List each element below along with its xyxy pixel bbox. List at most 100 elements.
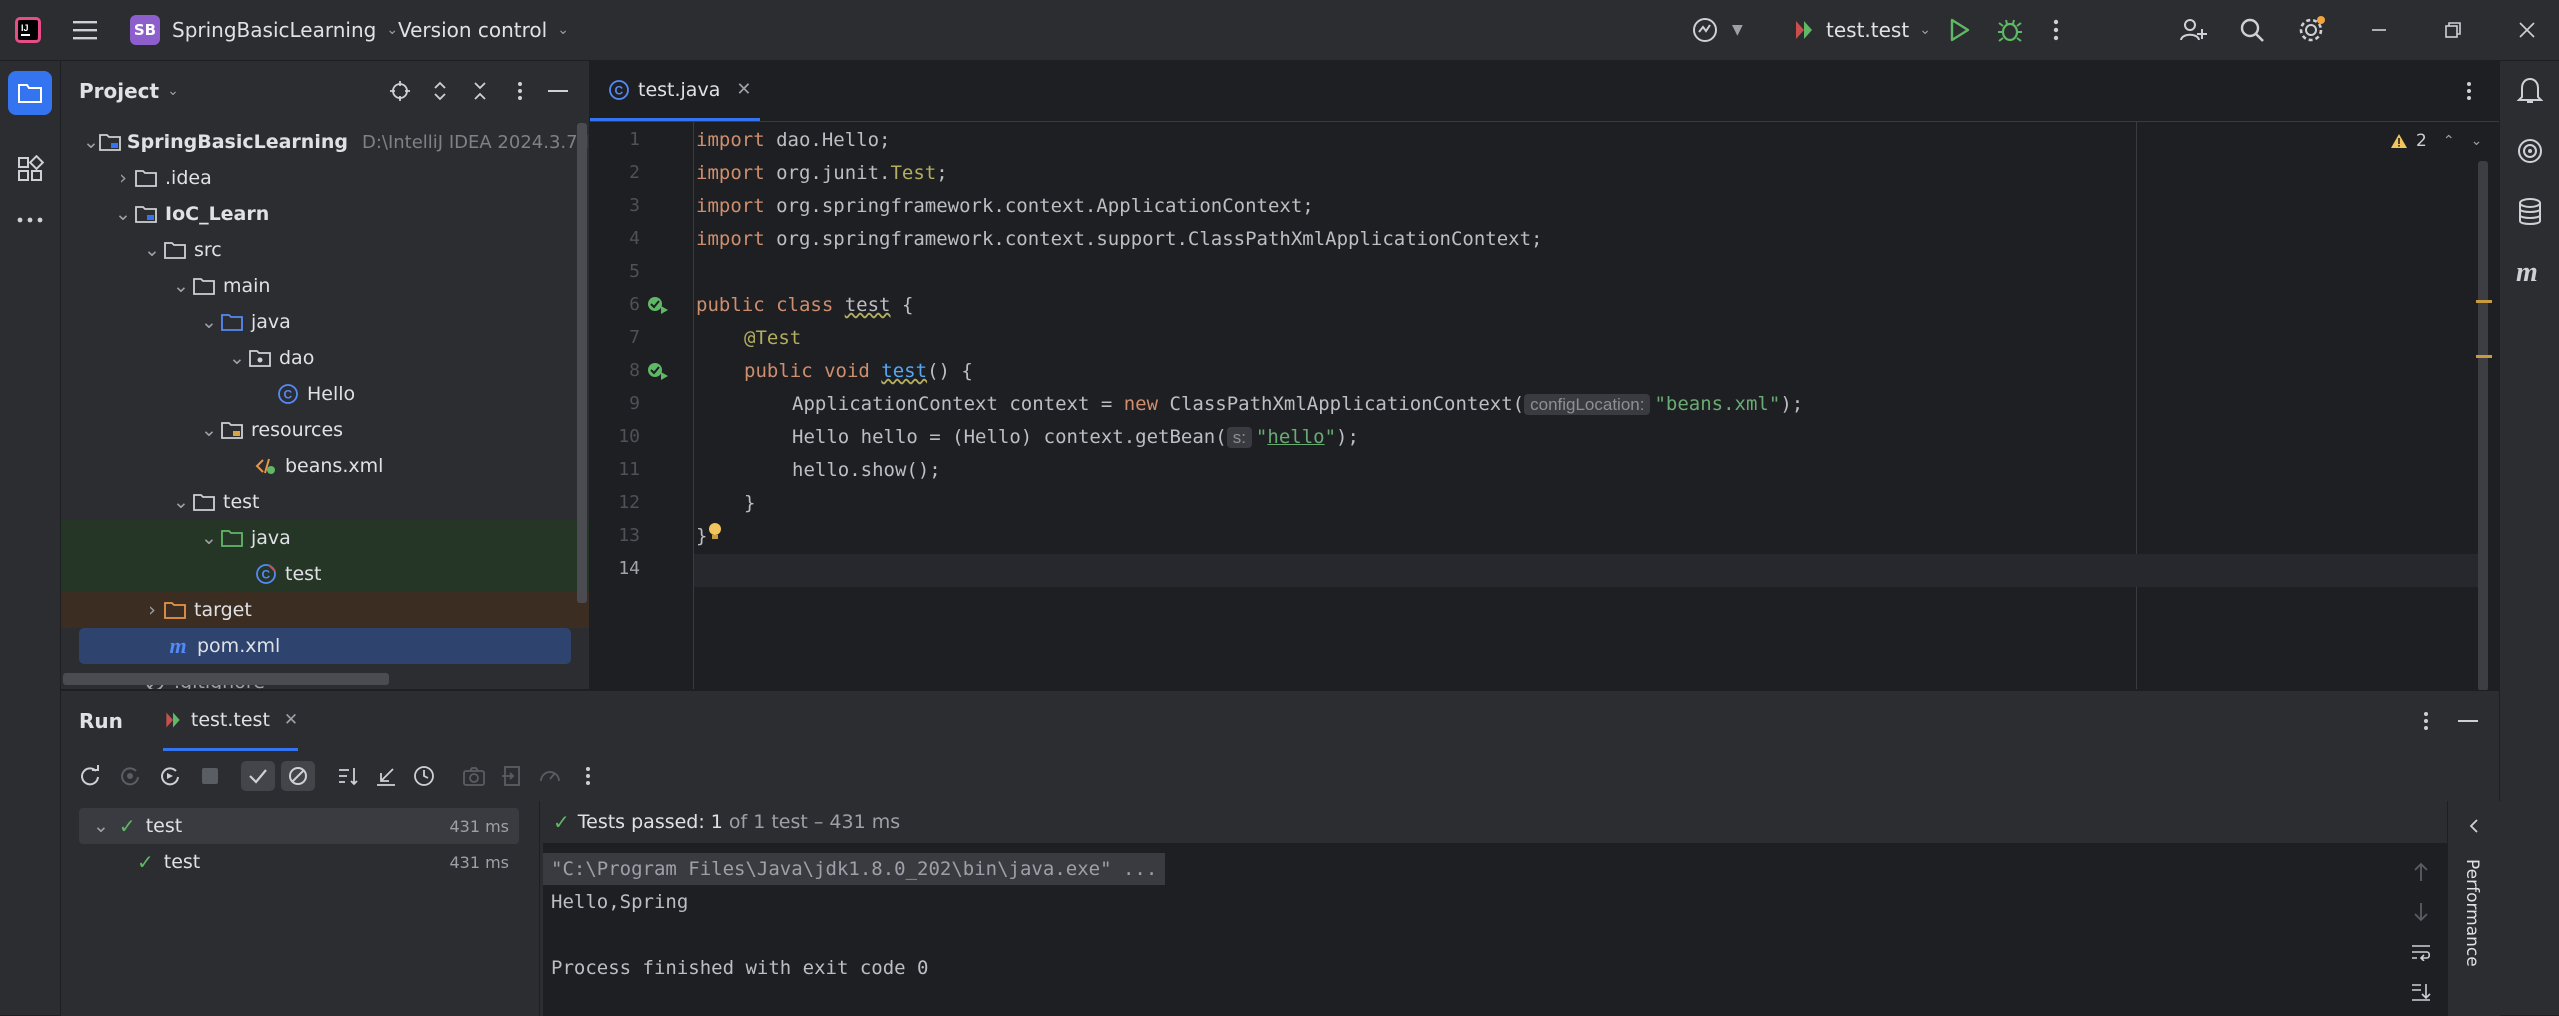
test-tree-row-method[interactable]: ✓ test 431 ms <box>79 844 519 880</box>
database-icon[interactable] <box>2516 197 2544 227</box>
chevron-down-icon[interactable]: ⌄ <box>93 815 109 837</box>
history-icon[interactable] <box>409 761 439 791</box>
chevron-right-icon[interactable]: › <box>142 599 162 621</box>
collapse-all-icon[interactable] <box>465 76 495 106</box>
chevron-down-icon[interactable]: ⌄ <box>83 131 99 153</box>
chevron-down-icon[interactable]: ⌄ <box>167 83 179 99</box>
profiler-icon[interactable]: ▼ <box>1690 0 1743 60</box>
tree-row-java-test[interactable]: ⌄ java <box>61 520 589 556</box>
restore-window-icon[interactable] <box>2444 0 2462 60</box>
intellij-logo-icon[interactable]: IJ <box>14 0 42 60</box>
panel-options-icon[interactable] <box>505 76 535 106</box>
tree-row-root[interactable]: ⌄ SpringBasicLearning D:\IntelliJ IDEA 2… <box>61 124 589 160</box>
console-output[interactable]: "C:\Program Files\Java\jdk1.8.0_202\bin\… <box>543 843 2447 1016</box>
chevron-down-icon[interactable]: ⌄ <box>171 491 191 513</box>
tree-row-src[interactable]: ⌄ src <box>61 232 589 268</box>
warning-marker[interactable] <box>2476 300 2492 303</box>
run-tab[interactable]: test.test ✕ <box>162 691 299 751</box>
structure-tool-icon[interactable] <box>16 155 44 183</box>
tree-row-dao[interactable]: ⌄ dao <box>61 340 589 376</box>
tree-row-target[interactable]: › target <box>61 592 589 628</box>
more-actions-icon[interactable] <box>573 761 603 791</box>
chevron-left-icon[interactable] <box>2459 811 2489 841</box>
scroll-down-icon[interactable] <box>2406 897 2436 927</box>
settings-gear-icon[interactable] <box>2296 0 2326 60</box>
more-tools-icon[interactable] <box>16 215 44 225</box>
run-options-icon[interactable] <box>2411 706 2441 736</box>
close-tab-icon[interactable]: ✕ <box>284 710 298 730</box>
inspection-widget[interactable]: 2 ⌃ ⌄ <box>2390 131 2482 151</box>
run-panel-title[interactable]: Run <box>79 709 123 733</box>
code-line-11[interactable]: hello.show(); <box>792 454 941 487</box>
project-selector[interactable]: SB SpringBasicLearning ⌄ <box>130 0 398 60</box>
tree-row-main[interactable]: ⌄ main <box>61 268 589 304</box>
project-tool-icon[interactable] <box>8 71 52 115</box>
editor-scrollbar[interactable] <box>2478 161 2488 695</box>
code-line-4[interactable]: import org.springframework.context.suppo… <box>696 223 1543 256</box>
editor-scroll-thumb[interactable] <box>2478 161 2488 691</box>
previous-highlight-icon[interactable]: ⌃ <box>2443 133 2455 149</box>
tree-row-test-folder[interactable]: ⌄ test <box>61 484 589 520</box>
code-line-7[interactable]: @Test <box>744 322 801 355</box>
run-config-selector[interactable]: test.test ⌄ <box>1792 0 1931 60</box>
chevron-right-icon[interactable]: › <box>113 167 133 189</box>
code-line-9[interactable]: ApplicationContext context = new ClassPa… <box>792 388 1803 421</box>
tree-row-idea[interactable]: › .idea <box>61 160 589 196</box>
chevron-down-icon[interactable]: ⌄ <box>171 275 191 297</box>
tree-row-java-main[interactable]: ⌄ java <box>61 304 589 340</box>
chevron-down-icon[interactable]: ⌄ <box>199 527 219 549</box>
minimize-window-icon[interactable] <box>2370 0 2388 60</box>
tree-row-resources[interactable]: ⌄ resources <box>61 412 589 448</box>
chevron-down-icon[interactable]: ⌄ <box>227 347 247 369</box>
chevron-down-icon[interactable]: ⌄ <box>142 239 162 261</box>
code-line-12[interactable]: } <box>744 487 755 520</box>
hide-panel-icon[interactable] <box>2453 706 2483 736</box>
expand-all-icon[interactable] <box>425 76 455 106</box>
project-panel-title[interactable]: Project <box>79 79 159 103</box>
code-line-3[interactable]: import org.springframework.context.Appli… <box>696 190 1314 223</box>
ai-assistant-icon[interactable] <box>2516 137 2544 165</box>
soft-wrap-icon[interactable] <box>2406 937 2436 967</box>
scroll-up-icon[interactable] <box>2406 857 2436 887</box>
run-icon[interactable] <box>1946 0 1972 60</box>
tree-row-test-class[interactable]: C test <box>61 556 589 592</box>
run-test-gutter-icon[interactable] <box>646 359 670 381</box>
horizontal-scrollbar[interactable] <box>63 673 389 685</box>
console-command-line[interactable]: "C:\Program Files\Java\jdk1.8.0_202\bin\… <box>543 853 1166 885</box>
code-line-6[interactable]: public class test { <box>696 289 913 322</box>
code-line-10[interactable]: Hello hello = (Hello) context.getBean(s:… <box>792 421 1359 454</box>
search-icon[interactable] <box>2238 0 2266 60</box>
show-ignored-toggle[interactable] <box>281 761 315 791</box>
editor-tab-test-java[interactable]: C test.java ✕ <box>590 61 760 121</box>
splitter[interactable] <box>539 801 540 1016</box>
main-menu-icon[interactable] <box>72 0 98 60</box>
run-test-gutter-icon[interactable] <box>646 293 670 315</box>
code-line-1[interactable]: import dao.Hello; <box>696 124 890 157</box>
show-passed-toggle[interactable] <box>241 761 275 791</box>
maven-icon[interactable]: m <box>2516 257 2538 289</box>
notifications-icon[interactable] <box>2516 75 2544 105</box>
editor-options-icon[interactable] <box>2454 76 2484 106</box>
tree-row-hello[interactable]: C Hello <box>61 376 589 412</box>
close-tab-icon[interactable]: ✕ <box>736 79 751 100</box>
version-control-menu[interactable]: Version control ⌄ <box>398 0 569 60</box>
hide-panel-icon[interactable] <box>543 76 573 106</box>
warning-marker[interactable] <box>2476 355 2492 358</box>
next-highlight-icon[interactable]: ⌄ <box>2471 133 2483 149</box>
performance-tab[interactable]: Performance <box>2462 859 2482 967</box>
chevron-down-icon[interactable]: ⌄ <box>199 311 219 333</box>
tree-row-beans-xml[interactable]: beans.xml <box>61 448 589 484</box>
code-line-2[interactable]: import org.junit.Test; <box>696 157 948 190</box>
tree-row-pom-xml[interactable]: m pom.xml <box>61 628 589 664</box>
vertical-scrollbar[interactable] <box>577 123 587 603</box>
intention-bulb-icon[interactable] <box>706 521 724 543</box>
scroll-to-end-icon[interactable] <box>2406 977 2436 1007</box>
chevron-down-icon[interactable]: ⌄ <box>113 203 133 225</box>
toggle-auto-test-icon[interactable] <box>155 761 185 791</box>
add-user-icon[interactable] <box>2178 0 2208 60</box>
code-line-8[interactable]: public void test() { <box>744 355 973 388</box>
test-tree-row-suite[interactable]: ⌄ ✓ test 431 ms <box>79 808 519 844</box>
close-window-icon[interactable] <box>2518 0 2536 60</box>
debug-icon[interactable] <box>1996 0 2024 60</box>
tree-row-ioc-learn[interactable]: ⌄ IoC_Learn <box>61 196 589 232</box>
